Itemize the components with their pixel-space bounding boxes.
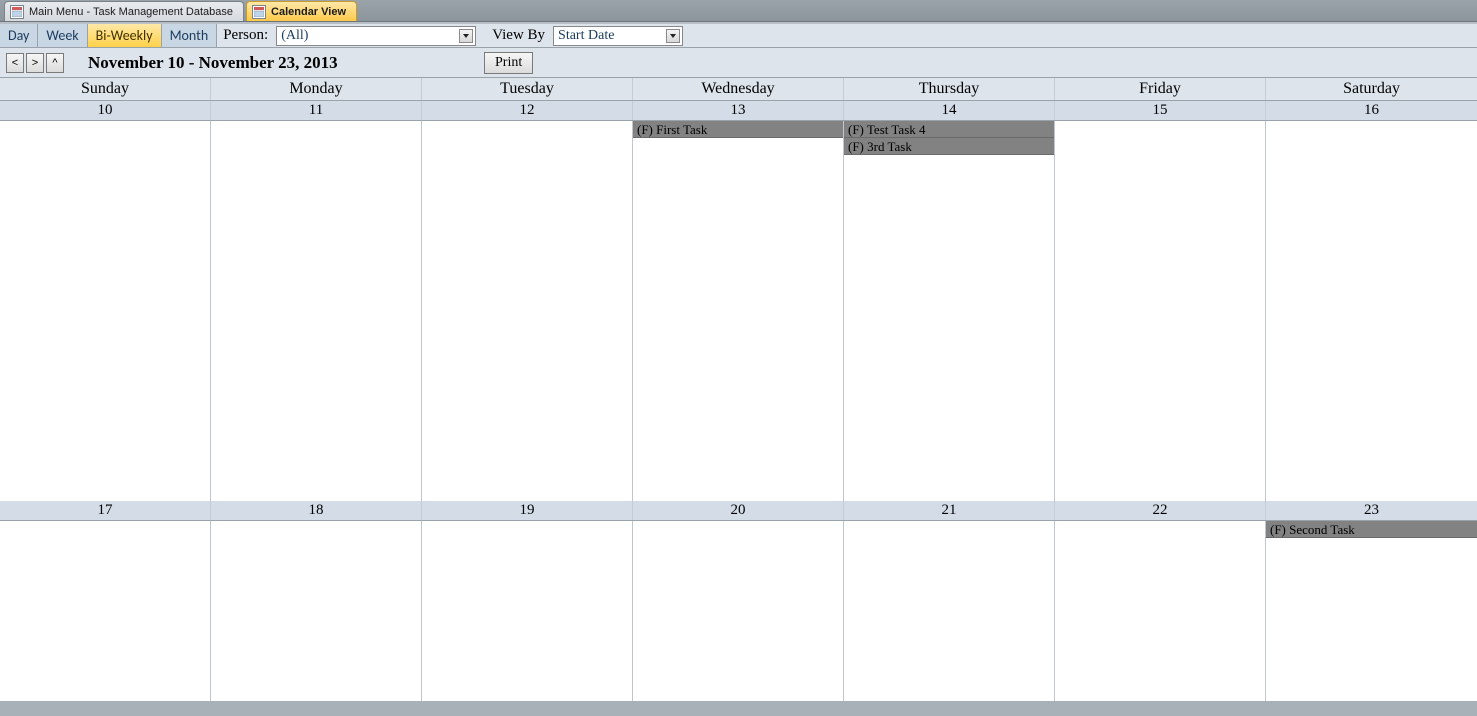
chevron-down-icon xyxy=(666,29,680,43)
day-col[interactable] xyxy=(211,121,422,501)
nav-up-button[interactable]: ^ xyxy=(46,53,64,73)
dow-wednesday: Wednesday xyxy=(633,78,844,100)
date-cell[interactable]: 13 xyxy=(633,101,844,120)
tab-label: Main Menu - Task Management Database xyxy=(29,6,233,18)
day-col[interactable] xyxy=(844,521,1055,701)
tab-main-menu[interactable]: Main Menu - Task Management Database xyxy=(4,1,244,21)
date-cell[interactable]: 22 xyxy=(1055,501,1266,520)
date-nav-bar: < > ^ November 10 - November 23, 2013 Pr… xyxy=(0,48,1477,78)
date-cell[interactable]: 11 xyxy=(211,101,422,120)
date-cell[interactable]: 14 xyxy=(844,101,1055,120)
calendar-event[interactable]: (F) Second Task xyxy=(1266,521,1477,538)
view-mode-biweekly[interactable]: Bi-Weekly xyxy=(88,24,162,47)
view-mode-week[interactable]: Week xyxy=(38,24,87,47)
day-col[interactable] xyxy=(633,521,844,701)
viewby-label: View By xyxy=(486,27,553,44)
view-toolbar: Day Week Bi-Weekly Month Person: (All) V… xyxy=(0,24,1477,48)
date-cell[interactable]: 20 xyxy=(633,501,844,520)
viewby-value: Start Date xyxy=(558,28,614,44)
day-col[interactable] xyxy=(422,521,633,701)
date-cell[interactable]: 16 xyxy=(1266,101,1477,120)
day-col[interactable] xyxy=(0,121,211,501)
view-mode-day[interactable]: Day xyxy=(0,24,38,47)
date-cell[interactable]: 12 xyxy=(422,101,633,120)
tab-calendar-view[interactable]: Calendar View xyxy=(246,1,357,21)
viewby-select[interactable]: Start Date xyxy=(553,26,683,46)
view-mode-month[interactable]: Month xyxy=(162,24,218,47)
date-cell[interactable]: 15 xyxy=(1055,101,1266,120)
calendar-event[interactable]: (F) Test Task 4 xyxy=(844,121,1054,138)
date-cell[interactable]: 10 xyxy=(0,101,211,120)
chevron-down-icon xyxy=(459,29,473,43)
dow-friday: Friday xyxy=(1055,78,1266,100)
date-cell[interactable]: 17 xyxy=(0,501,211,520)
week1-body: (F) First Task (F) Test Task 4 (F) 3rd T… xyxy=(0,121,1477,501)
dow-tuesday: Tuesday xyxy=(422,78,633,100)
date-cell[interactable]: 18 xyxy=(211,501,422,520)
form-icon xyxy=(10,5,24,19)
person-label: Person: xyxy=(217,27,276,44)
day-col[interactable] xyxy=(1266,121,1477,501)
print-button[interactable]: Print xyxy=(484,52,533,74)
tab-label: Calendar View xyxy=(271,6,346,18)
calendar-event[interactable]: (F) 3rd Task xyxy=(844,138,1054,155)
person-value: (All) xyxy=(281,28,308,44)
day-col[interactable]: (F) Second Task xyxy=(1266,521,1477,701)
nav-prev-button[interactable]: < xyxy=(6,53,24,73)
date-row-week2: 17 18 19 20 21 22 23 xyxy=(0,501,1477,521)
date-row-week1: 10 11 12 13 14 15 16 xyxy=(0,101,1477,121)
dow-saturday: Saturday xyxy=(1266,78,1477,100)
calendar-event[interactable]: (F) First Task xyxy=(633,121,843,138)
day-col[interactable] xyxy=(211,521,422,701)
day-col[interactable] xyxy=(1055,521,1266,701)
day-col[interactable] xyxy=(422,121,633,501)
day-col[interactable]: (F) First Task xyxy=(633,121,844,501)
week2-body: (F) Second Task xyxy=(0,521,1477,701)
dow-thursday: Thursday xyxy=(844,78,1055,100)
day-col[interactable]: (F) Test Task 4 (F) 3rd Task xyxy=(844,121,1055,501)
day-col[interactable] xyxy=(1055,121,1266,501)
date-range-title: November 10 - November 23, 2013 xyxy=(88,53,338,73)
person-select[interactable]: (All) xyxy=(276,26,476,46)
dow-monday: Monday xyxy=(211,78,422,100)
document-tab-strip: Main Menu - Task Management Database Cal… xyxy=(0,0,1477,22)
form-icon xyxy=(252,5,266,19)
day-col[interactable] xyxy=(0,521,211,701)
date-cell[interactable]: 21 xyxy=(844,501,1055,520)
date-cell[interactable]: 19 xyxy=(422,501,633,520)
day-of-week-header: Sunday Monday Tuesday Wednesday Thursday… xyxy=(0,78,1477,101)
nav-next-button[interactable]: > xyxy=(26,53,44,73)
date-cell[interactable]: 23 xyxy=(1266,501,1477,520)
dow-sunday: Sunday xyxy=(0,78,211,100)
